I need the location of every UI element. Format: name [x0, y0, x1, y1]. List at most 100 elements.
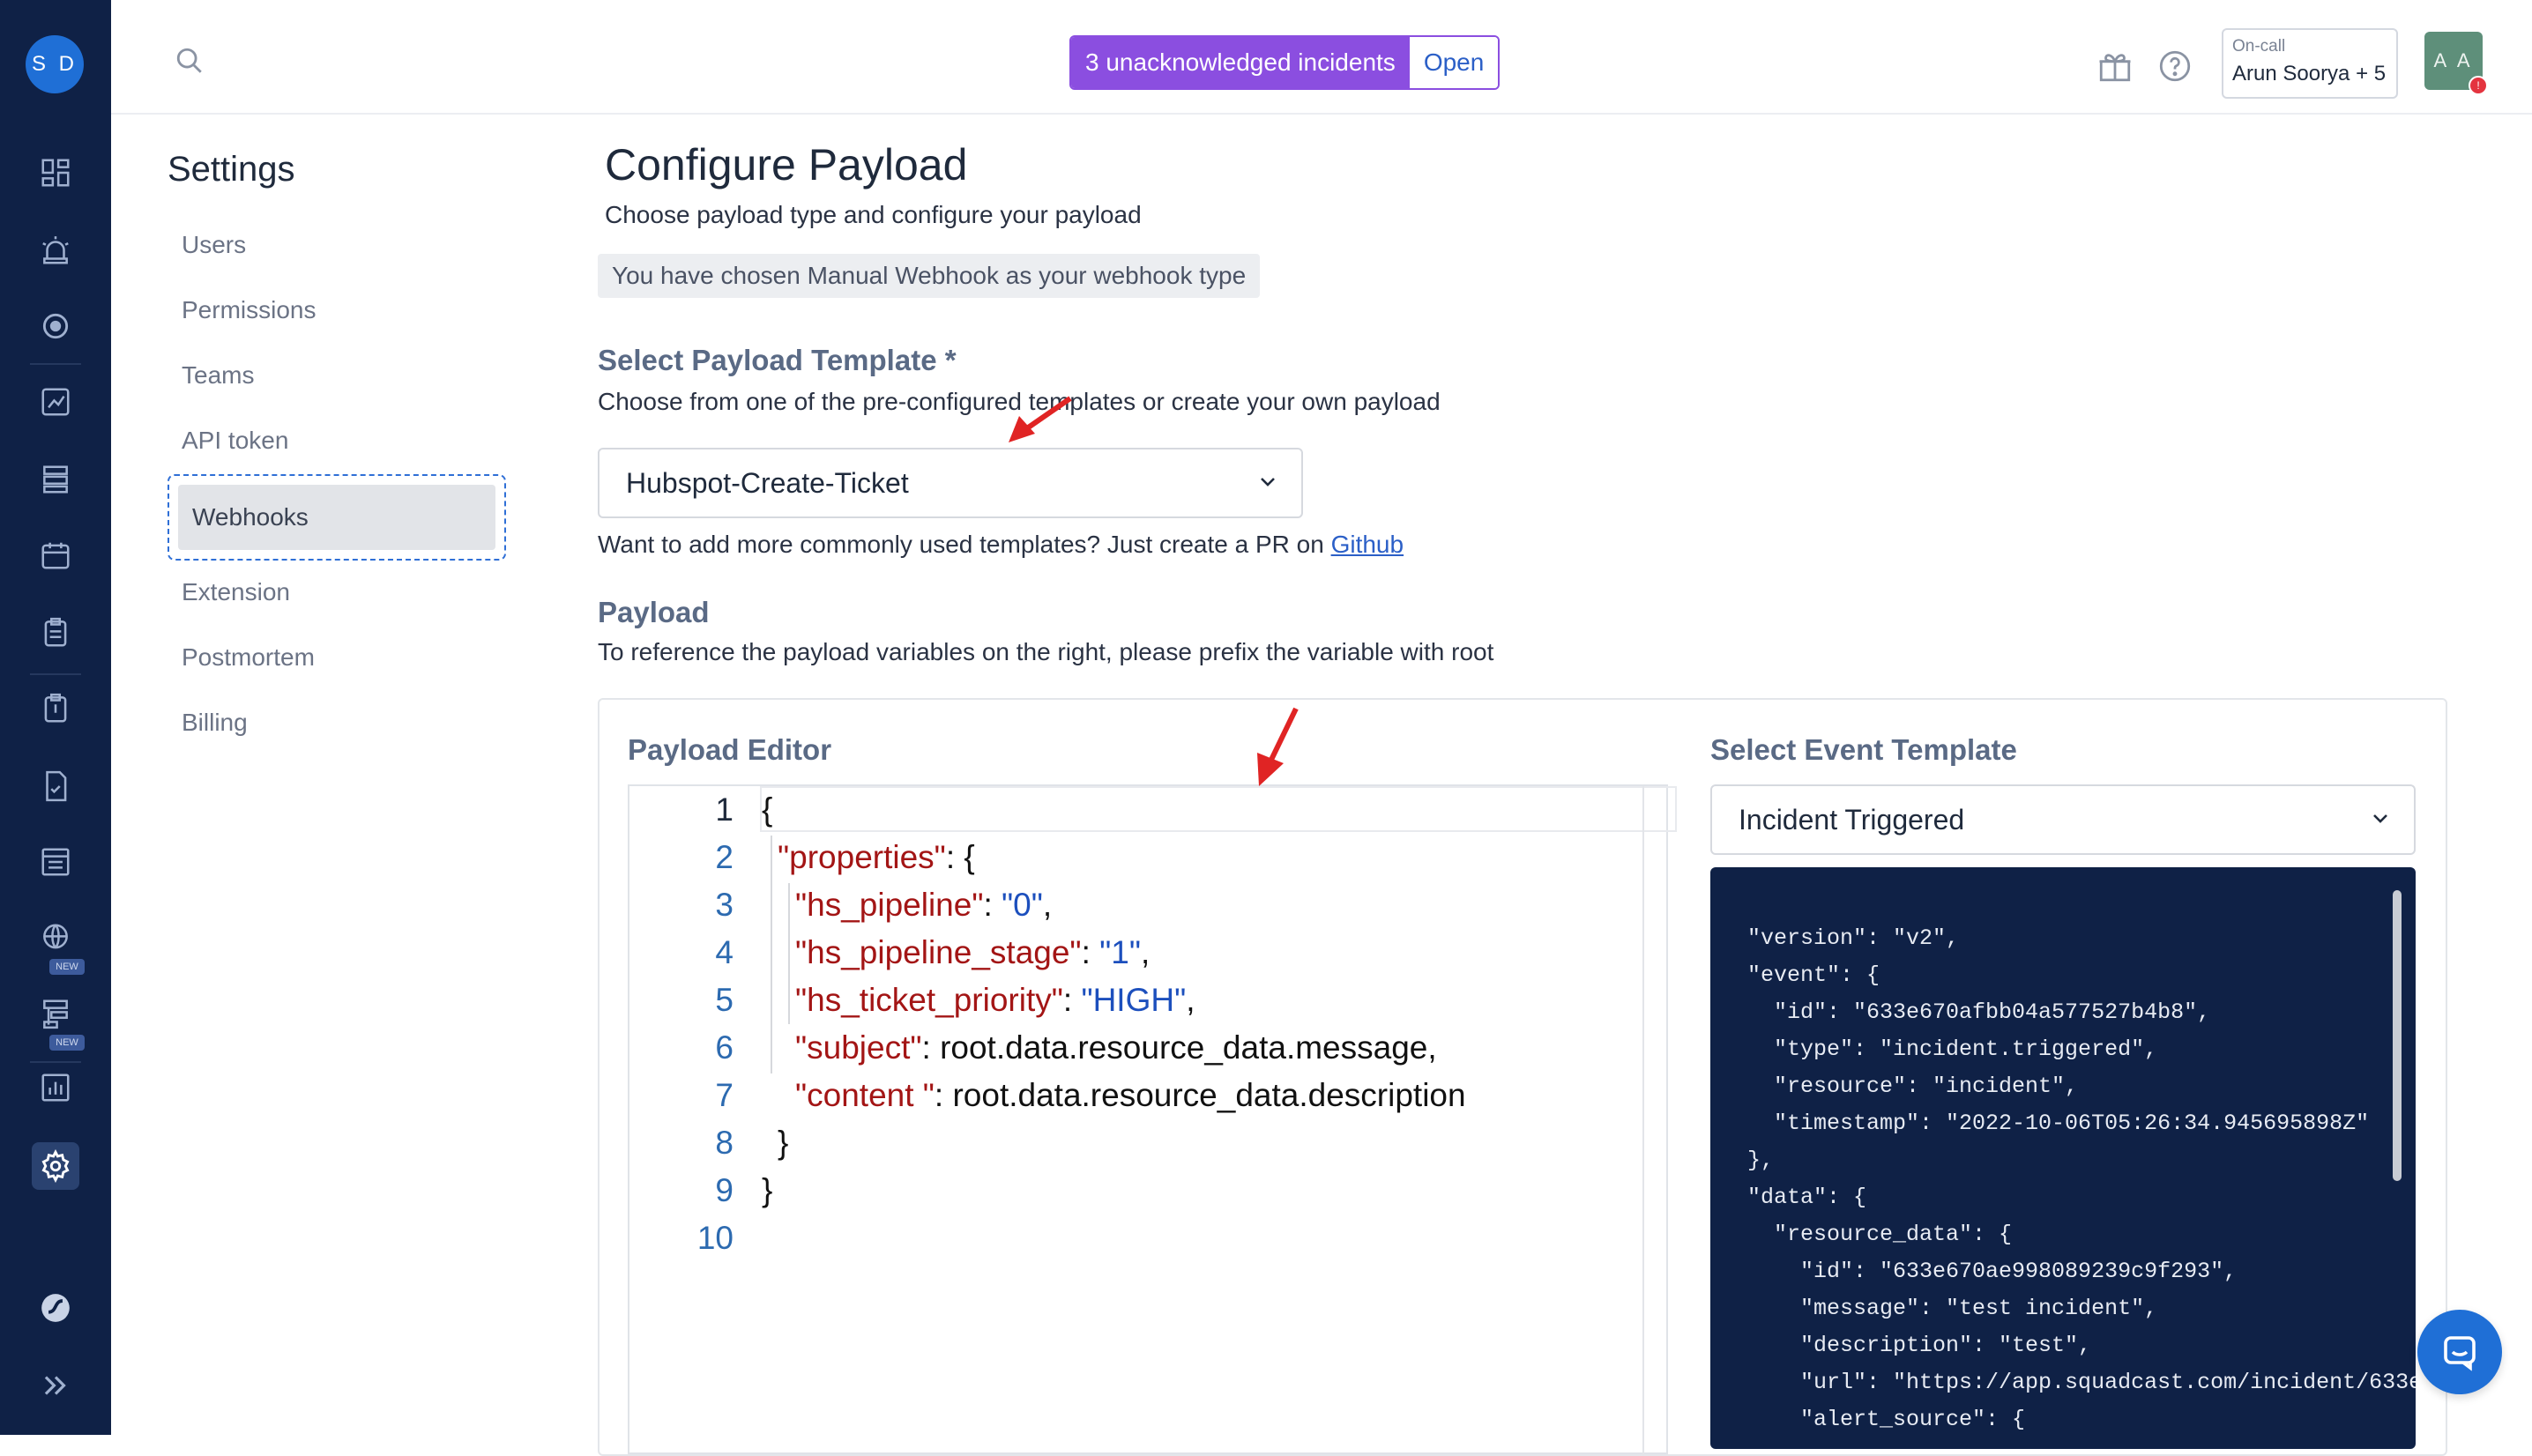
unacknowledged-incidents-banner[interactable]: 3 unacknowledged incidents Open	[1069, 35, 1501, 90]
settings-item-webhooks[interactable]: Webhooks	[168, 474, 506, 561]
line-number: 4	[715, 934, 734, 970]
settings-icon[interactable]	[36, 1147, 75, 1185]
calendar-icon[interactable]	[36, 536, 75, 575]
line-number: 2	[715, 839, 734, 875]
event-template-select[interactable]: Incident Triggered	[1710, 784, 2416, 855]
event-template-value: Incident Triggered	[1739, 803, 1965, 836]
nav-divider	[30, 673, 81, 675]
alert-siren-icon[interactable]	[36, 231, 75, 270]
squadcast-logo-icon	[36, 1289, 75, 1327]
json-value: "0"	[1002, 887, 1043, 923]
code-line: 10	[629, 1215, 762, 1262]
services-icon[interactable]	[36, 460, 75, 499]
user-avatar[interactable]: A A !	[2424, 32, 2488, 95]
webhook-type-chip: You have chosen Manual Webhook as your w…	[598, 254, 1261, 298]
code-text: : {	[945, 839, 975, 875]
chevron-down-icon	[1261, 478, 1275, 487]
search-icon[interactable]	[175, 46, 205, 76]
editor-scroll-track[interactable]	[1642, 786, 1644, 1456]
line-number: 1	[715, 791, 734, 828]
expand-chevrons-icon[interactable]	[36, 1366, 75, 1405]
settings-item-permissions[interactable]: Permissions	[182, 296, 316, 324]
code-line: 7 "content ": root.data.resource_data.de…	[629, 1072, 1466, 1119]
code-text: }	[762, 1172, 773, 1208]
code-text: : root.data.resource_data.message,	[921, 1029, 1437, 1066]
code-line: 5 "hs_ticket_priority": "HIGH",	[629, 977, 1195, 1024]
oncall-users: Arun Soorya + 5	[2232, 62, 2387, 85]
target-icon[interactable]	[36, 307, 75, 345]
line-number: 9	[715, 1172, 734, 1208]
event-json-preview[interactable]: "version": "v2", "event": { "id": "633e6…	[1710, 867, 2416, 1449]
payload-description: To reference the payload variables on th…	[598, 638, 1494, 665]
json-scrollbar[interactable]	[2393, 890, 2402, 1181]
settings-item-users[interactable]: Users	[182, 231, 246, 259]
line-number: 3	[715, 887, 734, 923]
open-incidents-button[interactable]: Open	[1409, 37, 1499, 88]
line-number: 6	[715, 1029, 734, 1066]
code-line: 3 "hs_pipeline": "0",	[629, 881, 1052, 929]
code-text: :	[983, 887, 1002, 923]
payload-template-heading: Select Payload Template *	[598, 344, 957, 376]
code-text: :	[1081, 934, 1100, 970]
code-line: 8 }	[629, 1119, 788, 1167]
reports-icon[interactable]	[36, 1068, 75, 1107]
settings-item-teams[interactable]: Teams	[182, 361, 254, 390]
code-line: 1 {	[629, 786, 772, 834]
help-icon[interactable]	[2156, 48, 2193, 85]
settings-item-extension[interactable]: Extension	[182, 578, 290, 606]
checklist-icon[interactable]	[36, 767, 75, 806]
code-text: {	[762, 791, 773, 828]
nav-divider	[30, 1061, 81, 1063]
new-badge: NEW	[49, 959, 85, 975]
json-key: "hs_pipeline_stage"	[795, 934, 1082, 970]
payload-code-editor[interactable]: 1 { 2 "properties": { 3 "hs_pipeline": "…	[628, 784, 1677, 1456]
status-page-icon[interactable]	[36, 843, 75, 881]
user-initials: A A	[2433, 49, 2474, 71]
oncall-label: On-call	[2232, 37, 2286, 56]
json-key: "hs_ticket_priority"	[795, 982, 1063, 1018]
code-text: : root.data.resource_data.description	[934, 1077, 1466, 1113]
chevron-down-icon	[2373, 814, 2387, 823]
code-text: ,	[1042, 887, 1053, 923]
settings-item-postmortem[interactable]: Postmortem	[182, 643, 315, 672]
event-json-text: "version": "v2", "event": { "id": "633e6…	[1747, 925, 2416, 1432]
settings-item-billing[interactable]: Billing	[182, 709, 248, 737]
payload-template-select[interactable]: Hubspot-Create-Ticket	[598, 448, 1303, 518]
json-key: "hs_pipeline"	[795, 887, 984, 923]
payload-heading: Payload	[598, 596, 710, 628]
settings-item-api-token[interactable]: API token	[182, 427, 288, 455]
annotation-arrow	[1009, 396, 1072, 442]
chat-icon	[2444, 1336, 2476, 1371]
json-key: "content "	[795, 1077, 935, 1113]
org-avatar[interactable]: S D	[26, 35, 84, 93]
json-key: "properties"	[778, 839, 946, 875]
chat-support-button[interactable]	[2417, 1310, 2502, 1394]
settings-item-webhooks-label: Webhooks	[178, 485, 495, 550]
github-link[interactable]: Github	[1331, 531, 1404, 558]
notification-badge: !	[2469, 76, 2488, 95]
top-bar: 3 unacknowledged incidents Open On-call …	[111, 0, 2532, 115]
more-templates-label: Want to add more commonly used templates…	[598, 531, 1331, 558]
active-line-highlight	[760, 786, 1677, 832]
code-line: 2 "properties": {	[629, 834, 975, 881]
dashboard-icon[interactable]	[36, 153, 75, 192]
code-text: ,	[1186, 982, 1195, 1018]
runbook-icon[interactable]	[36, 689, 75, 728]
event-template-heading: Select Event Template	[1710, 733, 2017, 766]
code-line: 9 }	[629, 1167, 772, 1215]
workflow-icon[interactable]	[36, 994, 75, 1033]
analytics-icon[interactable]	[36, 383, 75, 421]
code-text: ,	[1141, 934, 1151, 970]
globe-icon[interactable]	[36, 918, 75, 957]
code-text: }	[778, 1125, 789, 1161]
incident-count-text: 3 unacknowledged incidents	[1071, 37, 1410, 88]
line-number: 10	[696, 1220, 734, 1256]
gift-icon[interactable]	[2096, 48, 2134, 85]
oncall-widget[interactable]: On-call Arun Soorya + 5	[2222, 28, 2398, 99]
nav-rail: S D NEW NEW	[0, 0, 111, 1435]
payload-template-value: Hubspot-Create-Ticket	[626, 466, 909, 499]
annotation-arrow	[1257, 707, 1299, 786]
json-key: "subject"	[795, 1029, 922, 1066]
json-value: "1"	[1099, 934, 1141, 970]
clipboard-icon[interactable]	[36, 613, 75, 652]
